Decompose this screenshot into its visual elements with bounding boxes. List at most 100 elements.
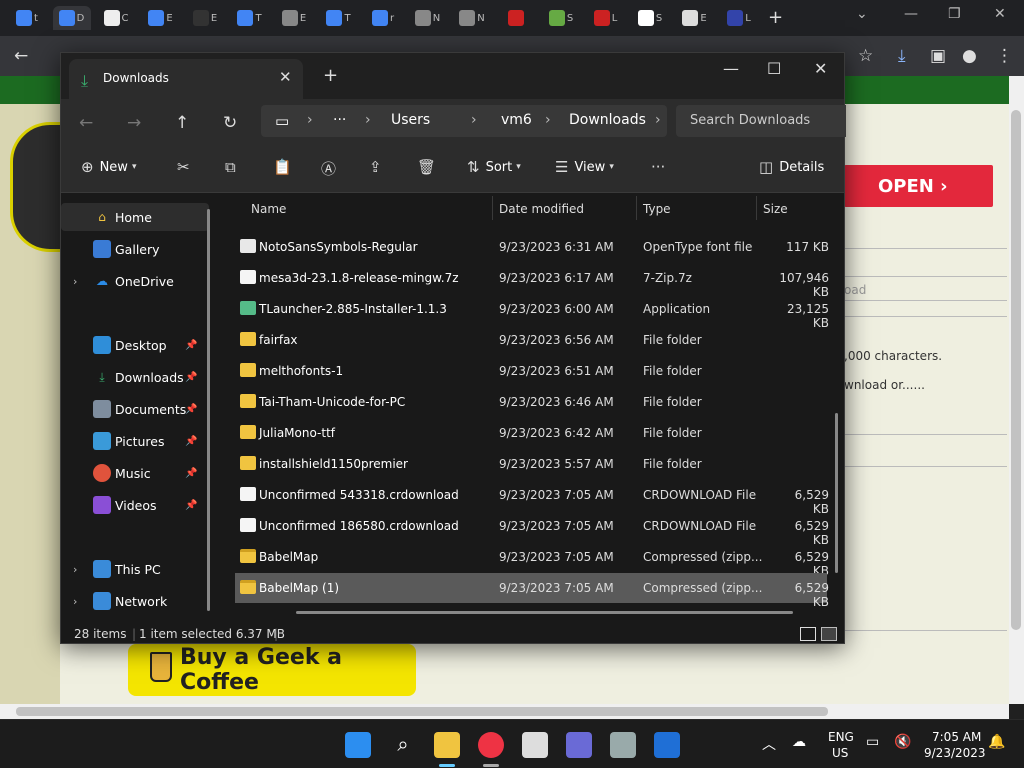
windows-start-icon[interactable] [345,732,371,758]
file-row[interactable]: installshield1150premier 9/23/2023 5:57 A… [235,449,827,479]
browser-tab[interactable]: N [453,6,491,30]
chevron-right-icon[interactable]: › [73,595,77,608]
open-button[interactable]: OPEN › [844,165,993,207]
browser-tab[interactable] [498,6,536,30]
browser-tab[interactable]: E [142,6,180,30]
sidebar-item-network[interactable]: › Network [61,587,209,615]
minimize-icon[interactable]: — [904,6,918,22]
defender-shield-icon[interactable] [654,732,680,758]
forward-icon[interactable]: → [127,113,141,133]
rename-icon[interactable]: Ⓐ [321,158,336,179]
browser-tab[interactable]: S [542,6,580,30]
close-icon[interactable]: ✕ [814,59,827,78]
volume-muted-icon[interactable]: 🔇 [894,734,911,750]
refresh-icon[interactable]: ↻ [223,113,237,133]
browser-tab[interactable]: L [720,6,758,30]
column-divider[interactable] [636,196,637,220]
column-header-name[interactable]: Name [251,202,286,216]
file-row[interactable]: melthofonts-1 9/23/2023 6:51 AM File folde… [235,356,827,386]
pin-icon[interactable]: 📌 [185,340,197,351]
browser-tab[interactable]: C [97,6,135,30]
back-icon[interactable]: ← [14,46,28,66]
sidebar-item-onedrive[interactable]: › ☁ OneDrive [61,267,209,295]
file-list-vertical-scrollbar[interactable] [835,413,838,573]
file-row[interactable]: BabelMap (1) 9/23/2023 7:05 AM Compressed … [235,573,829,609]
sidebar-item-documents[interactable]: Documents 📌 [61,395,209,423]
browser-tab[interactable]: T [320,6,358,30]
side-panel-icon[interactable]: ▣ [930,46,946,66]
file-row[interactable]: fairfax 9/23/2023 6:56 AM File folder [235,325,827,355]
app-icon[interactable] [610,732,636,758]
browser-tab[interactable]: N [409,6,447,30]
file-row[interactable]: JuliaMono-ttf 9/23/2023 6:42 AM File folde… [235,418,827,448]
sort-button[interactable]: ⇅ Sort ▾ [467,158,521,176]
file-row[interactable]: Unconfirmed 543318.crdownload 9/23/2023 7… [235,480,829,516]
sidebar-item-gallery[interactable]: Gallery [61,235,209,263]
breadcrumb-downloads[interactable]: Downloads [569,112,646,128]
share-icon[interactable]: ⇪ [369,158,382,176]
site-partial-link[interactable]: wnload or...... [844,378,925,392]
column-header-date[interactable]: Date modified [499,202,584,216]
bookmark-star-icon[interactable]: ☆ [858,46,873,66]
details-view-icon[interactable] [800,627,816,641]
column-divider[interactable] [756,196,757,220]
language-region[interactable]: US [832,746,848,760]
pin-icon[interactable]: 📌 [185,500,197,511]
sidebar-item-home[interactable]: ⌂ Home [61,203,209,231]
profile-icon[interactable]: ● [962,46,977,66]
java-icon[interactable] [522,732,548,758]
delete-icon[interactable]: 🗑 [417,158,436,176]
minimize-icon[interactable]: — [723,59,739,78]
explorer-new-tab-button[interactable]: + [323,65,338,86]
explorer-tab-downloads[interactable]: ⤓ Downloads ✕ [69,59,303,99]
browser-tab[interactable]: E [275,6,313,30]
notification-bell-icon[interactable]: 🔔 [988,734,1005,750]
restore-icon[interactable]: ❐ [948,6,961,22]
menu-icon[interactable]: ⋮ [996,46,1013,66]
cut-icon[interactable]: ✂ [177,158,190,176]
browser-tab[interactable]: r [364,6,402,30]
browser-tab[interactable]: E [676,6,714,30]
page-scroll-thumb[interactable] [1011,110,1021,630]
display-icon[interactable]: ▭ [866,734,879,750]
column-divider[interactable] [492,196,493,220]
more-options-icon[interactable]: ··· [651,158,665,176]
close-tab-icon[interactable]: ✕ [279,68,292,86]
file-row[interactable]: NotoSansSymbols-Regular 9/23/2023 6:31 AM… [235,232,829,262]
column-header-size[interactable]: Size [763,202,788,216]
copy-icon[interactable]: ⧉ [225,158,236,176]
browser-tab[interactable]: D [52,6,91,30]
app-icon[interactable] [566,732,592,758]
pin-icon[interactable]: 📌 [185,436,197,447]
new-button[interactable]: ⊕ New ▾ [81,158,136,176]
file-row[interactable]: BabelMap 9/23/2023 7:05 AM Compressed (zip… [235,542,829,578]
view-button[interactable]: ☰ View ▾ [555,158,614,176]
nav-scrollbar[interactable] [207,209,210,611]
up-icon[interactable]: ↑ [175,113,189,133]
chevron-right-icon[interactable]: › [73,275,77,288]
search-input[interactable]: Search Downloads [676,105,846,137]
pin-icon[interactable]: 📌 [185,404,197,415]
paste-icon[interactable]: 📋 [273,158,292,176]
file-row[interactable]: Tai-Tham-Unicode-for-PC 9/23/2023 6:46 AM… [235,387,827,417]
sidebar-item-downloads[interactable]: ⤓ Downloads 📌 [61,363,209,391]
column-header-type[interactable]: Type [643,202,671,216]
language-code[interactable]: ENG [828,730,854,744]
clock-time[interactable]: 7:05 AM [932,730,981,744]
tab-search-icon[interactable]: ⌄ [856,6,868,22]
close-icon[interactable]: ✕ [994,6,1006,22]
page-hscroll-thumb[interactable] [16,707,828,716]
download-icon[interactable]: ⤓ [898,46,906,66]
clock-date[interactable]: 9/23/2023 [924,746,986,760]
details-button[interactable]: ◫ Details [759,158,824,176]
sidebar-item-this-pc[interactable]: › This PC [61,555,209,583]
onedrive-icon[interactable]: ☁ [792,734,806,750]
browser-tab[interactable]: L [587,6,625,30]
search-icon[interactable]: ⌕ [390,732,416,758]
sidebar-item-music[interactable]: Music 📌 [61,459,209,487]
tiles-view-icon[interactable] [821,627,837,641]
breadcrumb-vm6[interactable]: vm6 [501,112,532,128]
browser-tab[interactable]: S [631,6,669,30]
chevron-right-icon[interactable]: › [655,112,661,128]
chevron-right-icon[interactable]: › [73,563,77,576]
